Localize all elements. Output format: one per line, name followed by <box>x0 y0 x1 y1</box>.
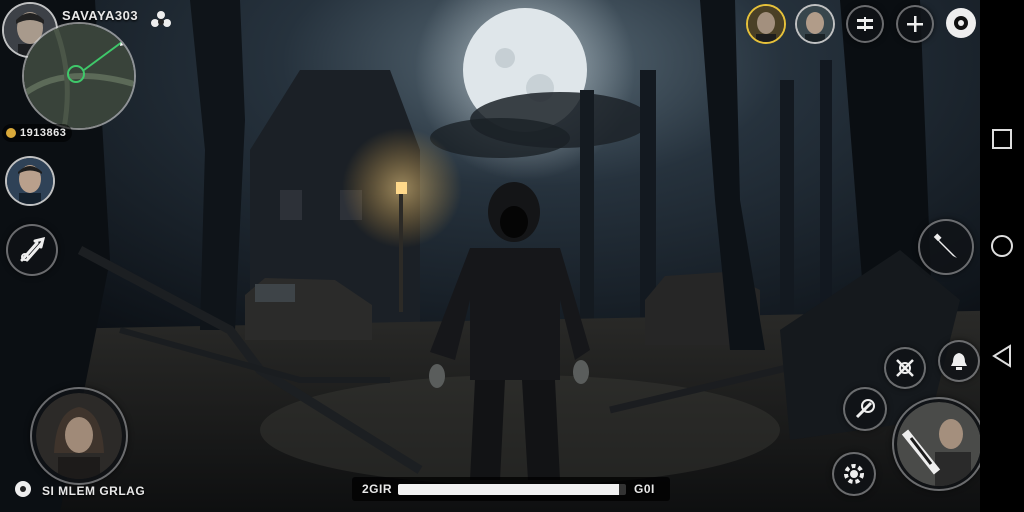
progress-left-label: 2GIR <box>362 482 393 496</box>
voice-portrait <box>36 393 122 479</box>
circle-nav-icon[interactable] <box>991 235 1013 257</box>
plus-icon <box>907 16 923 32</box>
back-triangle-icon[interactable] <box>991 344 1013 368</box>
progress-fill <box>398 484 620 495</box>
progress-bar-container: 2GIR G0I <box>352 477 670 501</box>
gear-icon <box>844 464 864 484</box>
attack-button[interactable] <box>892 397 986 491</box>
voice-chat-avatar[interactable] <box>30 387 128 485</box>
settings-flower-icon[interactable] <box>150 10 172 32</box>
ally-avatar[interactable] <box>5 156 55 206</box>
bell-icon <box>951 353 967 370</box>
skills-button[interactable] <box>832 452 876 496</box>
square-nav-icon[interactable] <box>992 129 1012 149</box>
player-name: SAVAYA303 <box>62 8 139 23</box>
weapon-button[interactable] <box>843 387 887 431</box>
minimap[interactable] <box>22 22 136 130</box>
currency-display: 1913863 <box>2 124 73 142</box>
street-lamp <box>399 192 403 312</box>
gear-small-icon[interactable] <box>12 478 34 500</box>
progress-right-label: G0I <box>634 482 655 496</box>
ally-portrait <box>7 158 53 204</box>
progress-track <box>398 484 626 495</box>
crosshair-icon <box>896 359 914 377</box>
sword-icon <box>855 399 875 419</box>
menu-grid-icon <box>857 17 873 31</box>
menu-button[interactable] <box>846 5 884 43</box>
system-navigation-bar <box>980 0 1024 512</box>
player-3-avatar[interactable] <box>795 4 835 44</box>
player-2-avatar[interactable] <box>746 4 786 44</box>
melee-button[interactable] <box>918 219 974 275</box>
coin-icon <box>6 128 16 138</box>
knife-icon <box>933 233 957 258</box>
currency-value: 1913863 <box>20 127 67 139</box>
eye-icon <box>954 16 968 30</box>
add-button[interactable] <box>896 5 934 43</box>
view-button[interactable] <box>946 8 976 38</box>
attack-avatar <box>897 402 981 486</box>
aim-button[interactable] <box>884 347 926 389</box>
forest-night-background <box>0 0 1024 512</box>
game-scene <box>0 0 1024 512</box>
tools-button[interactable] <box>6 224 58 276</box>
bottom-left-label: SI MLEM GRLAG <box>42 484 146 498</box>
alert-button[interactable] <box>938 340 980 382</box>
tools-icon <box>20 236 46 262</box>
